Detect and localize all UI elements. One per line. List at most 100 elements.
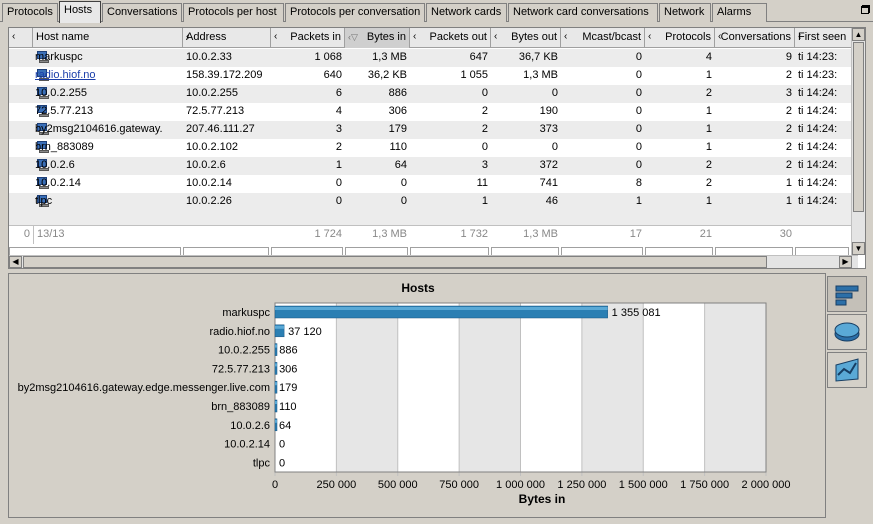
line-chart-icon	[835, 358, 859, 382]
cell-address: 10.0.2.102	[186, 141, 238, 153]
scroll-left-button[interactable]: ◀	[9, 256, 22, 268]
chart-x-axis-label: Bytes in	[518, 492, 566, 506]
tab-network-cards[interactable]: Network cards	[426, 3, 507, 22]
column-header-address[interactable]: ‹ Address	[183, 28, 271, 48]
bar-chart-view-button[interactable]	[827, 276, 867, 312]
cell-first-seen: ti 14:24:	[798, 177, 838, 189]
cell-mcast: 0	[635, 51, 642, 63]
column-arrow-icon: ‹	[648, 31, 652, 42]
cell-bytes-out: 46	[545, 195, 558, 207]
y-category-label: 10.0.2.255	[218, 345, 270, 357]
restore-window-icon[interactable]	[861, 5, 870, 14]
column-header-protocols[interactable]: ‹ Protocols	[645, 28, 715, 48]
cell-first-seen: ti 14:24:	[798, 195, 838, 207]
column-header-mcast[interactable]: ‹ Mcast/bcast	[561, 28, 645, 48]
table-row[interactable]: by2msg2104616.gateway. 207.46.111.27 3 179 2…	[9, 121, 858, 139]
tab-network-card-conversations[interactable]: Network card conversations	[508, 3, 658, 22]
cell-conversations: 1	[785, 195, 792, 207]
cell-protocols: 4	[705, 51, 712, 63]
table-row[interactable]: tlpc 10.0.2.26 0 0 1 46 1 1 1 ti 14:24:	[9, 193, 858, 211]
column-header-conversations[interactable]: ‹ Conversations	[715, 28, 795, 48]
column-arrow-icon: ‹	[186, 31, 190, 42]
vertical-scrollbar[interactable]: ▲ ▼	[851, 28, 865, 255]
column-header-bytes-in[interactable]: ‹▽ Bytes in	[345, 28, 410, 48]
horizontal-scroll-thumb[interactable]	[23, 256, 767, 268]
x-tick-label: 1 250 000	[557, 479, 606, 491]
cell-conversations: 3	[785, 87, 792, 99]
horizontal-scrollbar[interactable]: ◀ ▶	[9, 255, 858, 268]
column-header-packets-out[interactable]: ‹ Packets out	[410, 28, 491, 48]
bar-value-label: 0	[279, 439, 285, 451]
y-category-label: markuspc	[222, 307, 270, 319]
table-row[interactable]: radio.hiof.no 158.39.172.209 640 36,2 KB 1 0…	[9, 67, 858, 85]
column-collapse-arrow[interactable]: ‹	[9, 28, 33, 48]
cell-host: 10.0.2.255	[35, 87, 87, 99]
line-chart-view-button[interactable]	[827, 352, 867, 388]
cell-packets-out: 3	[481, 159, 488, 171]
column-header-label: Protocols	[665, 31, 711, 43]
x-tick-label: 0	[272, 479, 278, 491]
table-row[interactable]: markuspc 10.0.2.33 1 068 1,3 MB 647 36,7 KB 0 4…	[9, 49, 858, 67]
cell-first-seen: ti 14:23:	[798, 69, 838, 81]
table-row[interactable]: 10.0.2.255 10.0.2.255 6 886 0 0 0 2 3 ti 14:24:	[9, 85, 858, 103]
bar-highlight	[275, 325, 285, 329]
column-arrow-icon: ‹	[413, 31, 417, 42]
cell-protocols: 2	[705, 159, 712, 171]
cell-first-seen: ti 14:24:	[798, 123, 838, 135]
scroll-down-button[interactable]: ▼	[852, 242, 865, 255]
tab-protocols[interactable]: Protocols	[2, 3, 58, 22]
column-header-packets-in[interactable]: ‹ Packets in	[271, 28, 345, 48]
table-header: ‹ Host name ‹ Address ‹ Packets in ‹▽ Bytes in ‹…	[9, 28, 858, 48]
tab-alarms[interactable]: Alarms	[712, 3, 767, 22]
cell-mcast: 1	[635, 195, 642, 207]
cell-mcast: 0	[635, 87, 642, 99]
y-category-label: 10.0.2.6	[230, 420, 270, 432]
tab-protocols-per-conversation[interactable]: Protocols per conversation	[285, 3, 425, 22]
cell-host: by2msg2104616.gateway.	[35, 123, 163, 135]
summary-count: 13/13	[33, 226, 183, 244]
column-header-label: Packets in	[290, 31, 341, 43]
cell-packets-out: 2	[481, 123, 488, 135]
bar-value-label: 37 120	[288, 326, 322, 338]
cell-bytes-in: 64	[394, 159, 407, 171]
cell-packets-in: 4	[335, 105, 342, 117]
tab-protocols-per-host[interactable]: Protocols per host	[183, 3, 284, 22]
cell-host: 72.5.77.213	[35, 105, 94, 117]
scroll-up-button[interactable]: ▲	[852, 28, 865, 41]
cell-bytes-out: 0	[551, 87, 558, 99]
bar-value-label: 64	[279, 420, 291, 432]
table-row[interactable]: 72.5.77.213 72.5.77.213 4 306 2 190 0 1 2 ti 14:2…	[9, 103, 858, 121]
pie-chart-view-button[interactable]	[827, 314, 867, 350]
bar-value-label: 306	[279, 363, 297, 375]
cell-address: 10.0.2.255	[186, 87, 238, 99]
x-tick-label: 750 000	[439, 479, 479, 491]
table-row-partial	[9, 211, 858, 225]
cell-bytes-out: 190	[539, 105, 558, 117]
tab-conversations[interactable]: Conversations	[102, 3, 182, 22]
cell-protocols: 2	[705, 87, 712, 99]
x-tick-label: 1 000 000	[496, 479, 545, 491]
scroll-right-button[interactable]: ▶	[839, 256, 852, 268]
y-category-label: by2msg2104616.gateway.edge.messenger.liv…	[18, 382, 270, 394]
table-row[interactable]: brn_883089 10.0.2.102 2 110 0 0 0 1 2 ti 14:24:	[9, 139, 858, 157]
tab-network[interactable]: Network	[659, 3, 711, 22]
grid-band	[581, 303, 644, 472]
cell-host[interactable]: radio.hiof.no	[9, 67, 183, 85]
bar-highlight	[275, 419, 277, 423]
tab-hosts[interactable]: Hosts	[59, 1, 101, 23]
column-header-bytes-out[interactable]: ‹ Bytes out	[491, 28, 561, 48]
column-header-label: Mcast/bcast	[582, 31, 641, 43]
table-row[interactable]: 10.0.2.14 10.0.2.14 0 0 11 741 8 2 1 ti 14:24:	[9, 175, 858, 193]
cell-mcast: 8	[635, 177, 642, 189]
y-category-label: tlpc	[253, 457, 271, 469]
cell-bytes-in: 1,3 MB	[372, 51, 407, 63]
cell-bytes-in: 0	[400, 177, 407, 189]
cell-packets-out: 1 055	[460, 69, 488, 81]
vertical-scroll-thumb[interactable]	[853, 42, 864, 212]
cell-bytes-in: 36,2 KB	[367, 69, 407, 81]
column-header-first-seen[interactable]: ‹ First seen	[795, 28, 858, 48]
cell-mcast: 0	[635, 69, 642, 81]
cell-host: 10.0.2.14	[35, 177, 81, 189]
column-header-host[interactable]: Host name	[33, 28, 183, 48]
table-row[interactable]: 10.0.2.6 10.0.2.6 1 64 3 372 0 2 2 ti 14:24:	[9, 157, 858, 175]
